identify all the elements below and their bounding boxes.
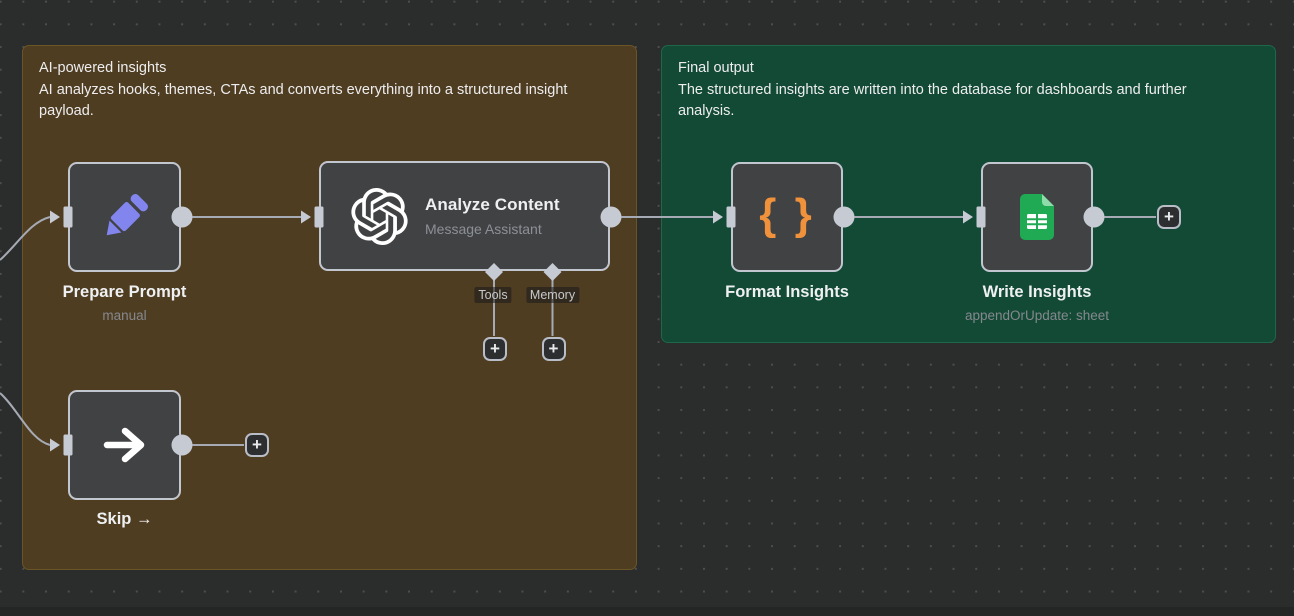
- node-format-insights[interactable]: { }: [731, 162, 843, 272]
- node-label-title: Prepare Prompt: [62, 283, 187, 301]
- add-tool-button[interactable]: +: [483, 337, 507, 361]
- node-label-title: Format Insights: [725, 283, 849, 301]
- pencil-icon: [106, 193, 148, 236]
- node-skip[interactable]: [68, 390, 181, 500]
- add-node-button-after-write[interactable]: +: [1157, 205, 1181, 229]
- sticky-note-title: Final output: [678, 60, 754, 76]
- add-memory-button[interactable]: +: [541, 337, 566, 361]
- node-analyze-content[interactable]: Analyze Content Message Assistant: [319, 161, 610, 271]
- node-prepare-prompt[interactable]: [68, 162, 181, 272]
- node-label-title: Skip →: [96, 510, 153, 528]
- node-subtitle: Message Assistant: [425, 221, 542, 237]
- tools-port-label: Tools: [474, 287, 512, 303]
- plus-icon: +: [252, 435, 262, 454]
- plus-icon: +: [490, 339, 500, 358]
- sticky-note-body: AI analyzes hooks, themes, CTAs and conv…: [39, 81, 568, 120]
- memory-port-label: Memory: [525, 287, 580, 303]
- add-node-button-after-skip[interactable]: +: [245, 433, 269, 457]
- node-label-write-insights: Write Insights appendOrUpdate: sheet: [927, 283, 1147, 323]
- node-label-title: Write Insights: [982, 283, 1092, 301]
- node-label-skip: Skip →: [15, 510, 235, 529]
- plus-icon: +: [548, 339, 559, 358]
- node-label-prepare-prompt: Prepare Prompt manual: [15, 283, 235, 323]
- arrow-right-icon: [103, 427, 144, 463]
- node-label-subtitle: manual: [102, 308, 147, 323]
- node-title: Analyze Content: [425, 195, 560, 214]
- workflow-canvas[interactable]: AI-powered insights AI analyzes hooks, t…: [0, 0, 1294, 616]
- google-sheets-icon: [1020, 194, 1054, 240]
- sticky-note-title: AI-powered insights: [39, 60, 167, 76]
- curly-braces-icon: { }: [759, 190, 815, 239]
- sticky-note-body: The structured insights are written into…: [678, 81, 1187, 120]
- node-write-insights[interactable]: [981, 162, 1093, 272]
- openai-icon: [351, 187, 408, 245]
- node-inner-text: Analyze Content Message Assistant: [425, 195, 560, 237]
- node-label-subtitle: appendOrUpdate: sheet: [964, 308, 1110, 323]
- plus-icon: +: [1164, 207, 1174, 226]
- node-label-format-insights: Format Insights: [677, 283, 897, 302]
- canvas-bottom-edge: [0, 607, 1294, 616]
